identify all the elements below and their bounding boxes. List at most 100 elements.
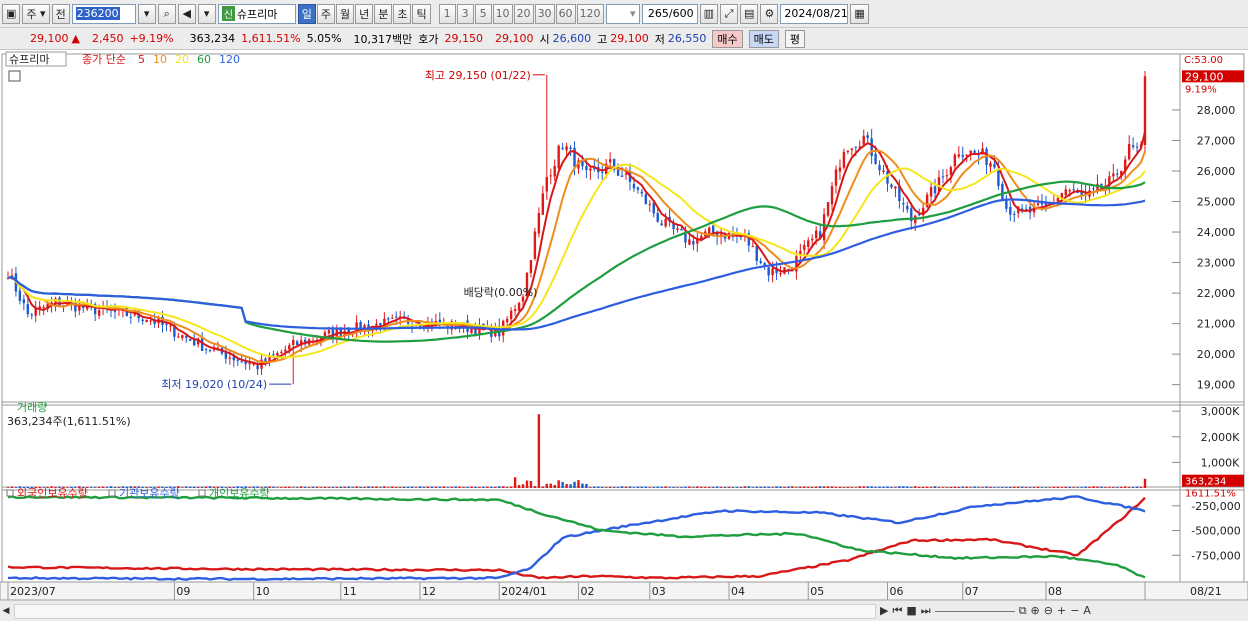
- candle-body: [660, 223, 663, 226]
- scroll-track[interactable]: [14, 603, 876, 619]
- candle-body: [640, 191, 644, 194]
- candle-body: [811, 238, 814, 241]
- interval-button[interactable]: 30: [534, 3, 555, 24]
- candle-body: [989, 163, 992, 167]
- price-tick-label: 28,000: [1197, 104, 1236, 117]
- volume-bar: [1123, 486, 1127, 488]
- volume-bar: [969, 487, 972, 488]
- draw-tool-icon[interactable]: ⤢: [719, 3, 738, 24]
- volume-bar: [335, 487, 339, 488]
- plus-icon[interactable]: +: [1057, 604, 1066, 618]
- stock-chart[interactable]: 19,000 20,000 21,000 22,000 23,000 24,000 25,0…: [0, 50, 1248, 600]
- volume-bar: [743, 486, 747, 488]
- volume-bar: [1092, 486, 1095, 488]
- candle-body: [890, 184, 893, 188]
- volume-bar: [771, 487, 774, 488]
- market-alt-button[interactable]: 전: [51, 3, 70, 24]
- layout-icon[interactable]: ▣: [2, 3, 21, 24]
- date-label: 12: [422, 585, 436, 598]
- period-tab[interactable]: 초: [393, 3, 412, 24]
- interval-button[interactable]: 20: [513, 3, 534, 24]
- period-tab[interactable]: 주: [316, 3, 335, 24]
- candle-body: [949, 167, 953, 175]
- date-field[interactable]: 2024/08/21: [780, 3, 849, 24]
- volume-bar: [842, 487, 846, 488]
- candle-body: [569, 147, 572, 149]
- history-icon[interactable]: ▾: [197, 3, 216, 24]
- period-tab[interactable]: 틱: [412, 3, 431, 24]
- zoom-in-icon[interactable]: ⊕: [1031, 604, 1040, 618]
- zoom-slider[interactable]: [934, 604, 1015, 612]
- date-label: 03: [652, 585, 666, 598]
- period-tab[interactable]: 년: [355, 3, 374, 24]
- change-value: 2,450: [91, 32, 124, 45]
- legend-lead: 종가 단순: [82, 53, 126, 66]
- period-tab[interactable]: 분: [374, 3, 393, 24]
- volume-bar: [854, 487, 857, 488]
- interval-button[interactable]: 5: [474, 3, 492, 24]
- market-select[interactable]: 주 ▾: [22, 3, 50, 24]
- date-label: 2023/07: [10, 585, 56, 598]
- count-field[interactable]: 265/600: [641, 3, 698, 24]
- volume-bar: [917, 486, 921, 488]
- sell-button[interactable]: 매도: [748, 29, 779, 48]
- candle-body: [711, 225, 715, 233]
- candle-body: [533, 231, 537, 259]
- interval-button[interactable]: 120: [576, 3, 604, 24]
- compare-icon[interactable]: ⧉: [1019, 604, 1027, 618]
- stock-name-field[interactable]: 신 슈프리마: [217, 3, 296, 24]
- speaker-icon[interactable]: ◀: [177, 3, 196, 24]
- high-label: 고: [597, 32, 608, 46]
- low-annotation: 최저 19,020 (10/24): [161, 378, 267, 391]
- interval-button[interactable]: 60: [555, 3, 576, 24]
- market-label: 주: [26, 7, 37, 21]
- candle-body: [969, 150, 972, 154]
- search-icon[interactable]: ⌕: [157, 3, 176, 24]
- gear-icon[interactable]: ⚙: [760, 3, 779, 24]
- legend-ma-label: 10: [153, 53, 167, 66]
- last-volume-pct-label: 1611.51%: [1185, 489, 1236, 500]
- volume-bar: [339, 486, 342, 488]
- volume-bar: [426, 486, 430, 488]
- price-tick-label: 24,000: [1197, 226, 1236, 239]
- volume-bar: [846, 486, 850, 488]
- candle-body: [1127, 143, 1131, 160]
- volume-bar: [200, 486, 204, 488]
- candle-type-icon[interactable]: ▥: [699, 3, 718, 24]
- scroll-tools: ▶ ⏮ ■ ⏭ ⧉ ⊕ ⊖ + − A: [880, 604, 1091, 618]
- volume-bar: [1017, 486, 1020, 488]
- fast-forward-icon[interactable]: ⏭: [921, 604, 931, 618]
- scroll-right-icon[interactable]: ▶: [880, 604, 888, 618]
- volume-bar: [735, 487, 739, 488]
- flat-button[interactable]: 평: [784, 29, 806, 48]
- stock-code-input[interactable]: 236200: [71, 3, 136, 24]
- volume-bar: [1001, 487, 1004, 488]
- candle-body: [236, 359, 239, 361]
- interval-button[interactable]: 3: [456, 3, 474, 24]
- volume-bar: [323, 486, 327, 488]
- price-tick-label: 20,000: [1197, 348, 1236, 361]
- interval-button[interactable]: 10: [492, 3, 513, 24]
- candle-body: [248, 363, 251, 365]
- save-icon[interactable]: ▤: [739, 3, 759, 24]
- period-tab[interactable]: 월: [335, 3, 355, 24]
- calendar-icon[interactable]: ▦: [850, 3, 869, 24]
- buy-button[interactable]: 매수: [712, 29, 743, 48]
- rewind-icon[interactable]: ⏮: [892, 604, 902, 618]
- minus-icon[interactable]: −: [1070, 604, 1079, 618]
- interval-button[interactable]: 1: [438, 3, 456, 24]
- stop-icon[interactable]: ■: [906, 604, 916, 618]
- volume-bar: [711, 487, 715, 488]
- volume-bar: [608, 486, 612, 488]
- scroll-left-icon[interactable]: ◀: [0, 606, 12, 616]
- volume-bar: [818, 486, 822, 488]
- volume-bar: [414, 487, 418, 488]
- font-icon[interactable]: A: [1083, 604, 1091, 618]
- candle-body: [208, 349, 212, 352]
- candle-body: [145, 319, 148, 323]
- interval-custom-select[interactable]: ▾: [605, 3, 640, 24]
- period-tab[interactable]: 일: [297, 3, 316, 24]
- zoom-out-icon[interactable]: ⊖: [1044, 604, 1053, 618]
- code-dropdown-icon[interactable]: ▾: [137, 3, 156, 24]
- candle-body: [874, 153, 877, 165]
